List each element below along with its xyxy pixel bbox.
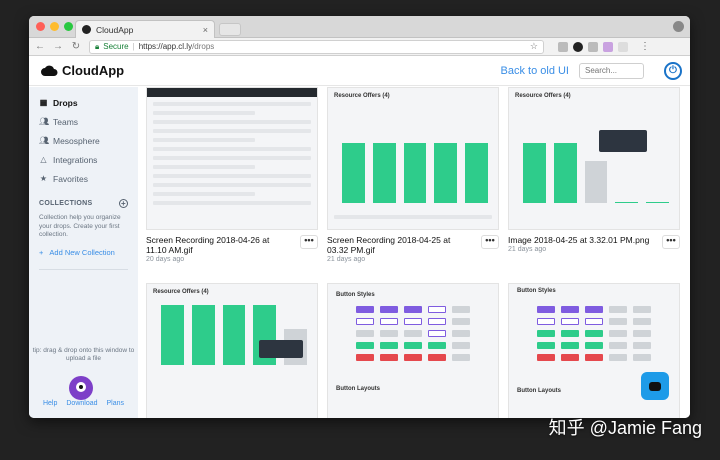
drop-thumbnail[interactable]: Resource Offers (4) [146, 283, 318, 418]
extension-icon[interactable] [588, 41, 598, 52]
star-icon: ★ [39, 174, 48, 183]
sidebar-item-label: Teams [53, 116, 79, 127]
url-host: https://app.cl.ly [138, 42, 193, 51]
url-text: https://app.cl.ly/drops [139, 42, 215, 51]
cloud-icon [41, 65, 58, 76]
drop-thumbnail[interactable]: Button Styles Button Layouts [327, 283, 499, 418]
sidebar-footer: Help Download Plans [29, 400, 138, 407]
back-icon[interactable]: ← [35, 41, 45, 52]
back-to-old-ui-link[interactable]: Back to old UI [501, 65, 569, 77]
profile-icon[interactable] [673, 21, 684, 32]
thumb-heading: Button Layouts [517, 388, 561, 394]
chat-button[interactable] [641, 372, 669, 400]
sidebar-item-teams[interactable]: 👥︎ Teams [29, 112, 138, 131]
tab-bar: CloudApp × [29, 16, 690, 38]
secure-label: Secure [103, 42, 129, 51]
tab-close-icon[interactable]: × [203, 25, 208, 35]
sidebar-item-label: Mesosphere [53, 135, 100, 146]
grid-icon: ▦ [39, 98, 48, 107]
drop-title[interactable]: Image 2018-04-25 at 3.32.01 PM.png [508, 235, 650, 245]
logo[interactable]: CloudApp [40, 63, 124, 78]
tab-title: CloudApp [96, 24, 134, 35]
drop-date: 21 days ago [327, 256, 366, 263]
thumb-heading: Resource Offers (4) [153, 289, 209, 295]
plus-icon: + [39, 247, 44, 257]
divider [39, 268, 128, 270]
thumb-heading: Button Styles [336, 292, 375, 298]
drop-card[interactable]: Resource Offers (4) Image 2018-04-25 at … [508, 87, 680, 253]
sidebar-item-label: Integrations [53, 154, 98, 165]
drop-thumbnail[interactable] [146, 87, 318, 230]
more-options-button[interactable]: ••• [662, 235, 680, 249]
triangle-icon: △ [40, 155, 47, 164]
collections-heading: COLLECTIONS + [29, 199, 138, 208]
app-body: ▦ Drops 👥︎ Teams 👥︎ Mesosphere △ Integra… [29, 87, 690, 418]
bookmark-star-icon[interactable]: ☆ [530, 41, 538, 52]
download-link[interactable]: Download [66, 400, 97, 407]
more-options-button[interactable]: ••• [481, 235, 499, 249]
drops-grid: Screen Recording 2018-04-26 at 11.10 AM.… [138, 87, 690, 418]
plans-link[interactable]: Plans [107, 400, 125, 407]
drop-thumbnail[interactable]: Resource Offers (4) [327, 87, 499, 230]
window-controls [36, 22, 73, 31]
sidebar-item-favorites[interactable]: ★ Favorites [29, 169, 138, 188]
extension-icon[interactable] [618, 41, 628, 52]
thumb-heading: Resource Offers (4) [334, 93, 390, 99]
thumb-heading: Resource Offers (4) [515, 93, 571, 99]
url-field[interactable]: 🔒︎ Secure | https://app.cl.ly/drops ☆ [89, 39, 544, 54]
drop-card[interactable]: Button Styles Button Layouts [327, 283, 499, 418]
drop-date: 20 days ago [146, 256, 185, 263]
extension-icon[interactable] [558, 41, 568, 52]
logo-text: CloudApp [62, 63, 125, 78]
extension-icon[interactable] [573, 41, 583, 52]
add-collection-icon[interactable]: + [119, 199, 128, 208]
drop-title[interactable]: Screen Recording 2018-04-26 at 11.10 AM.… [146, 235, 288, 255]
cloudapp-favicon-icon [82, 25, 91, 34]
chat-bubble-icon [649, 381, 661, 391]
drop-title[interactable]: Screen Recording 2018-04-25 at 03.32 PM.… [327, 235, 469, 255]
more-options-button[interactable]: ••• [300, 235, 318, 249]
extensions [558, 41, 628, 52]
collections-help-text: Collection help you organize your drops.… [39, 214, 121, 238]
browser-window: CloudApp × ← → ↻ 🔒︎ Secure | https://app… [29, 16, 690, 418]
help-link[interactable]: Help [43, 400, 57, 407]
app-header: CloudApp Back to old UI ⏻ [29, 56, 690, 86]
zoom-window-button[interactable] [64, 22, 73, 31]
thumb-heading: Button Layouts [336, 386, 380, 392]
sidebar-item-drops[interactable]: ▦ Drops [29, 93, 138, 112]
add-collection-link[interactable]: + Add New Collection [39, 248, 128, 257]
thumb-heading: Button Styles [517, 288, 556, 294]
browser-menu-icon[interactable]: ⋮ [640, 41, 650, 52]
reload-icon[interactable]: ↻ [71, 41, 81, 52]
sidebar-item-integrations[interactable]: △ Integrations [29, 150, 138, 169]
upload-tip: tip: drag & drop onto this window to upl… [32, 347, 135, 362]
address-bar: ← → ↻ 🔒︎ Secure | https://app.cl.ly/drop… [29, 38, 690, 56]
drop-card[interactable]: Resource Offers (4) [146, 283, 318, 418]
sidebar: ▦ Drops 👥︎ Teams 👥︎ Mesosphere △ Integra… [29, 87, 138, 418]
minimize-window-button[interactable] [50, 22, 59, 31]
url-separator: | [132, 42, 135, 51]
add-collection-label: Add New Collection [49, 247, 115, 257]
mascot-icon [69, 376, 93, 400]
new-tab-button[interactable] [219, 23, 241, 36]
users-icon: 👥︎ [39, 136, 50, 145]
search-input[interactable] [579, 62, 644, 79]
collections-heading-text: COLLECTIONS [39, 200, 93, 207]
url-path: /drops [192, 42, 215, 51]
close-window-button[interactable] [36, 22, 45, 31]
drop-card[interactable]: Resource Offers (4) Screen Recording 201… [327, 87, 499, 263]
sidebar-item-label: Drops [53, 97, 78, 108]
forward-icon[interactable]: → [53, 41, 63, 52]
watermark: 知乎 @Jamie Fang [548, 418, 702, 438]
drop-card[interactable]: Screen Recording 2018-04-26 at 11.10 AM.… [146, 87, 318, 263]
users-icon: 👥︎ [39, 117, 50, 126]
browser-tab[interactable]: CloudApp × [75, 20, 215, 38]
drop-date: 21 days ago [508, 246, 547, 253]
extension-icon[interactable] [603, 41, 613, 52]
lock-icon: 🔒︎ [95, 41, 100, 51]
sidebar-item-mesosphere[interactable]: 👥︎ Mesosphere [29, 131, 138, 150]
power-icon[interactable]: ⏻ [664, 61, 682, 80]
sidebar-item-label: Favorites [53, 173, 88, 184]
drop-thumbnail[interactable]: Resource Offers (4) [508, 87, 680, 230]
